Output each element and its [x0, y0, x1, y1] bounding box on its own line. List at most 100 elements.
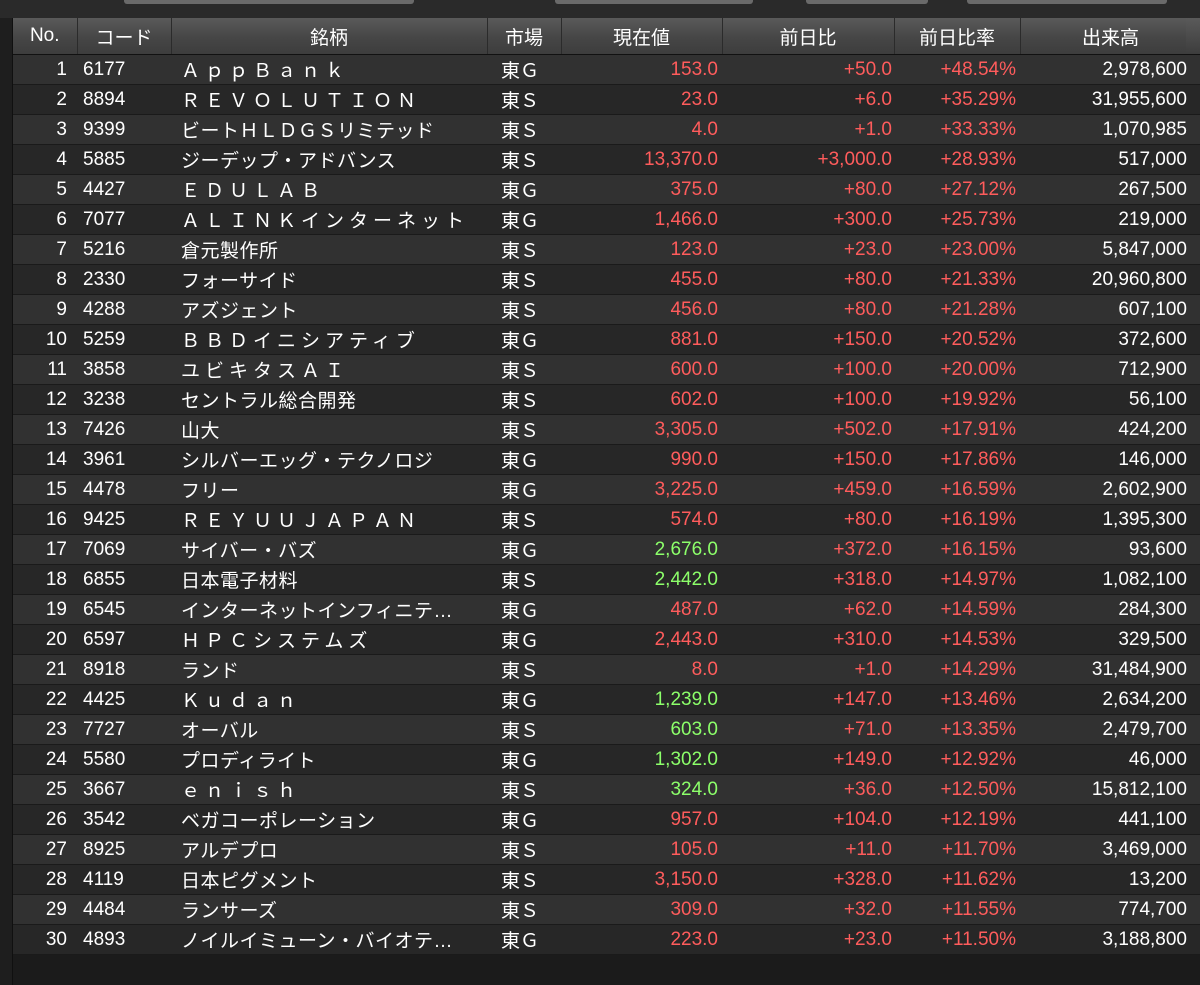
toolbar-tab-3[interactable]	[806, 0, 928, 4]
column-header-code[interactable]: コード	[77, 18, 172, 55]
row-price: 2,442.0	[561, 564, 722, 595]
row-market: 東Ｇ	[487, 594, 561, 625]
row-no: 18	[13, 564, 77, 595]
table-row[interactable]: 6 7077 ＡＬＩＮＫインターネット 東Ｇ 1,466.0 +300.0 +25.73% 2…	[13, 204, 1200, 235]
row-name: ユビキタスＡＩ	[171, 354, 487, 385]
row-no: 14	[13, 444, 77, 475]
row-code: 8894	[77, 84, 171, 115]
row-volume: 219,000	[1020, 204, 1200, 235]
table-row[interactable]: 1 6177 ＡｐｐＢａｎｋ 東Ｇ 153.0 +50.0 +48.54% 2,978,600	[13, 54, 1200, 85]
row-code: 9399	[77, 114, 171, 145]
row-change: +328.0	[722, 864, 894, 895]
row-change: +80.0	[722, 504, 894, 535]
table-row[interactable]: 17 7069 サイバー・バズ 東Ｇ 2,676.0 +372.0 +16.15% 93,60…	[13, 534, 1200, 565]
table-row[interactable]: 11 3858 ユビキタスＡＩ 東Ｓ 600.0 +100.0 +20.00% 712,900	[13, 354, 1200, 385]
row-volume: 424,200	[1020, 414, 1200, 445]
row-name: ＨＰＣシステムズ	[171, 624, 487, 655]
row-name: 日本電子材料	[171, 564, 487, 595]
row-no: 9	[13, 294, 77, 325]
row-change: +150.0	[722, 444, 894, 475]
table-row[interactable]: 29 4484 ランサーズ 東Ｓ 309.0 +32.0 +11.55% 774,700	[13, 894, 1200, 925]
row-volume: 15,812,100	[1020, 774, 1200, 805]
table-row[interactable]: 21 8918 ランド 東Ｓ 8.0 +1.0 +14.29% 31,484,900	[13, 654, 1200, 685]
row-code: 7069	[77, 534, 171, 565]
row-code: 2330	[77, 264, 171, 295]
row-name: フォーサイド	[171, 264, 487, 295]
row-change: +50.0	[722, 54, 894, 85]
table-row[interactable]: 2 8894 ＲＥＶＯＬＵＴＩＯＮ 東Ｓ 23.0 +6.0 +35.29% 31,955,6…	[13, 84, 1200, 115]
column-header-volume[interactable]: 出来高	[1020, 18, 1200, 55]
row-change: +502.0	[722, 414, 894, 445]
row-code: 6597	[77, 624, 171, 655]
column-header-price[interactable]: 現在値	[561, 18, 723, 55]
table-row[interactable]: 19 6545 インターネットインフィニテ… 東Ｇ 487.0 +62.0 +14.59% 2…	[13, 594, 1200, 625]
row-change: +80.0	[722, 294, 894, 325]
table-row[interactable]: 16 9425 ＲＥＹＵＵＪＡＰＡＮ 東Ｓ 574.0 +80.0 +16.19% 1,395…	[13, 504, 1200, 535]
row-market: 東Ｇ	[487, 624, 561, 655]
table-row[interactable]: 4 5885 ジーデップ・アドバンス 東Ｓ 13,370.0 +3,000.0 +28.93…	[13, 144, 1200, 175]
column-header-change[interactable]: 前日比	[722, 18, 895, 55]
row-change: +62.0	[722, 594, 894, 625]
row-name: プロディライト	[171, 744, 487, 775]
row-price: 2,676.0	[561, 534, 722, 565]
row-market: 東Ｇ	[487, 54, 561, 85]
row-change-pct: +16.15%	[894, 534, 1020, 565]
table-row[interactable]: 27 8925 アルデプロ 東Ｓ 105.0 +11.0 +11.70% 3,469,000	[13, 834, 1200, 865]
row-change-pct: +14.97%	[894, 564, 1020, 595]
table-row[interactable]: 3 9399 ビートＨＬＤＧＳリミテッド 東Ｓ 4.0 +1.0 +33.33% 1,070,…	[13, 114, 1200, 145]
row-change: +1.0	[722, 114, 894, 145]
row-code: 4893	[77, 924, 171, 955]
table-row[interactable]: 28 4119 日本ピグメント 東Ｓ 3,150.0 +328.0 +11.62% 13,20…	[13, 864, 1200, 895]
table-row[interactable]: 12 3238 セントラル総合開発 東Ｓ 602.0 +100.0 +19.92% 56,10…	[13, 384, 1200, 415]
table-row[interactable]: 20 6597 ＨＰＣシステムズ 東Ｇ 2,443.0 +310.0 +14.53% 329,…	[13, 624, 1200, 655]
row-code: 4119	[77, 864, 171, 895]
table-row[interactable]: 26 3542 ベガコーポレーション 東Ｇ 957.0 +104.0 +12.19% 441,…	[13, 804, 1200, 835]
row-name: ランサーズ	[171, 894, 487, 925]
table-row[interactable]: 15 4478 フリー 東Ｇ 3,225.0 +459.0 +16.59% 2,602,900	[13, 474, 1200, 505]
row-market: 東Ｇ	[487, 474, 561, 505]
column-header-change-pct[interactable]: 前日比率	[894, 18, 1021, 55]
row-no: 25	[13, 774, 77, 805]
table-row[interactable]: 5 4427 ＥＤＵＬＡＢ 東Ｇ 375.0 +80.0 +27.12% 267,500	[13, 174, 1200, 205]
toolbar-tab-1[interactable]	[124, 0, 414, 4]
table-row[interactable]: 18 6855 日本電子材料 東Ｓ 2,442.0 +318.0 +14.97% 1,082,…	[13, 564, 1200, 595]
row-price: 602.0	[561, 384, 722, 415]
row-change: +100.0	[722, 354, 894, 385]
row-change: +23.0	[722, 924, 894, 955]
row-price: 574.0	[561, 504, 722, 535]
table-row[interactable]: 22 4425 Ｋｕｄａｎ 東Ｇ 1,239.0 +147.0 +13.46% 2,634,2…	[13, 684, 1200, 715]
table-row[interactable]: 23 7727 オーバル 東Ｓ 603.0 +71.0 +13.35% 2,479,700	[13, 714, 1200, 745]
table-row[interactable]: 9 4288 アズジェント 東Ｓ 456.0 +80.0 +21.28% 607,100	[13, 294, 1200, 325]
table-body: 1 6177 ＡｐｐＢａｎｋ 東Ｇ 153.0 +50.0 +48.54% 2,978,600…	[13, 54, 1200, 955]
row-name: ジーデップ・アドバンス	[171, 144, 487, 175]
row-market: 東Ｓ	[487, 894, 561, 925]
toolbar-tab-2[interactable]	[555, 0, 753, 4]
row-volume: 267,500	[1020, 174, 1200, 205]
column-header-name[interactable]: 銘柄	[171, 18, 488, 55]
row-name: アズジェント	[171, 294, 487, 325]
row-name: ＲＥＹＵＵＪＡＰＡＮ	[171, 504, 487, 535]
row-change: +150.0	[722, 324, 894, 355]
toolbar-tab-4[interactable]	[967, 0, 1167, 4]
row-no: 24	[13, 744, 77, 775]
row-market: 東Ｓ	[487, 864, 561, 895]
row-no: 4	[13, 144, 77, 175]
row-change-pct: +13.35%	[894, 714, 1020, 745]
table-row[interactable]: 24 5580 プロディライト 東Ｇ 1,302.0 +149.0 +12.92% 46,00…	[13, 744, 1200, 775]
row-change: +11.0	[722, 834, 894, 865]
table-row[interactable]: 25 3667 ｅｎｉｓｈ 東Ｓ 324.0 +36.0 +12.50% 15,812,100	[13, 774, 1200, 805]
row-price: 1,302.0	[561, 744, 722, 775]
table-row[interactable]: 10 5259 ＢＢＤイニシアティブ 東Ｇ 881.0 +150.0 +20.52% 372,…	[13, 324, 1200, 355]
row-market: 東Ｇ	[487, 174, 561, 205]
row-no: 10	[13, 324, 77, 355]
column-header-market[interactable]: 市場	[487, 18, 562, 55]
table-row[interactable]: 7 5216 倉元製作所 東Ｓ 123.0 +23.0 +23.00% 5,847,000	[13, 234, 1200, 265]
row-no: 2	[13, 84, 77, 115]
row-change: +100.0	[722, 384, 894, 415]
table-row[interactable]: 8 2330 フォーサイド 東Ｓ 455.0 +80.0 +21.33% 20,960,800	[13, 264, 1200, 295]
table-row[interactable]: 14 3961 シルバーエッグ・テクノロジ 東Ｇ 990.0 +150.0 +17.86% 1…	[13, 444, 1200, 475]
column-header-no[interactable]: No.	[13, 18, 78, 55]
table-row[interactable]: 30 4893 ノイルイミューン・バイオテ… 東Ｇ 223.0 +23.0 +11.50% 3…	[13, 924, 1200, 955]
row-name: ノイルイミューン・バイオテ…	[171, 924, 487, 955]
table-row[interactable]: 13 7426 山大 東Ｓ 3,305.0 +502.0 +17.91% 424,200	[13, 414, 1200, 445]
